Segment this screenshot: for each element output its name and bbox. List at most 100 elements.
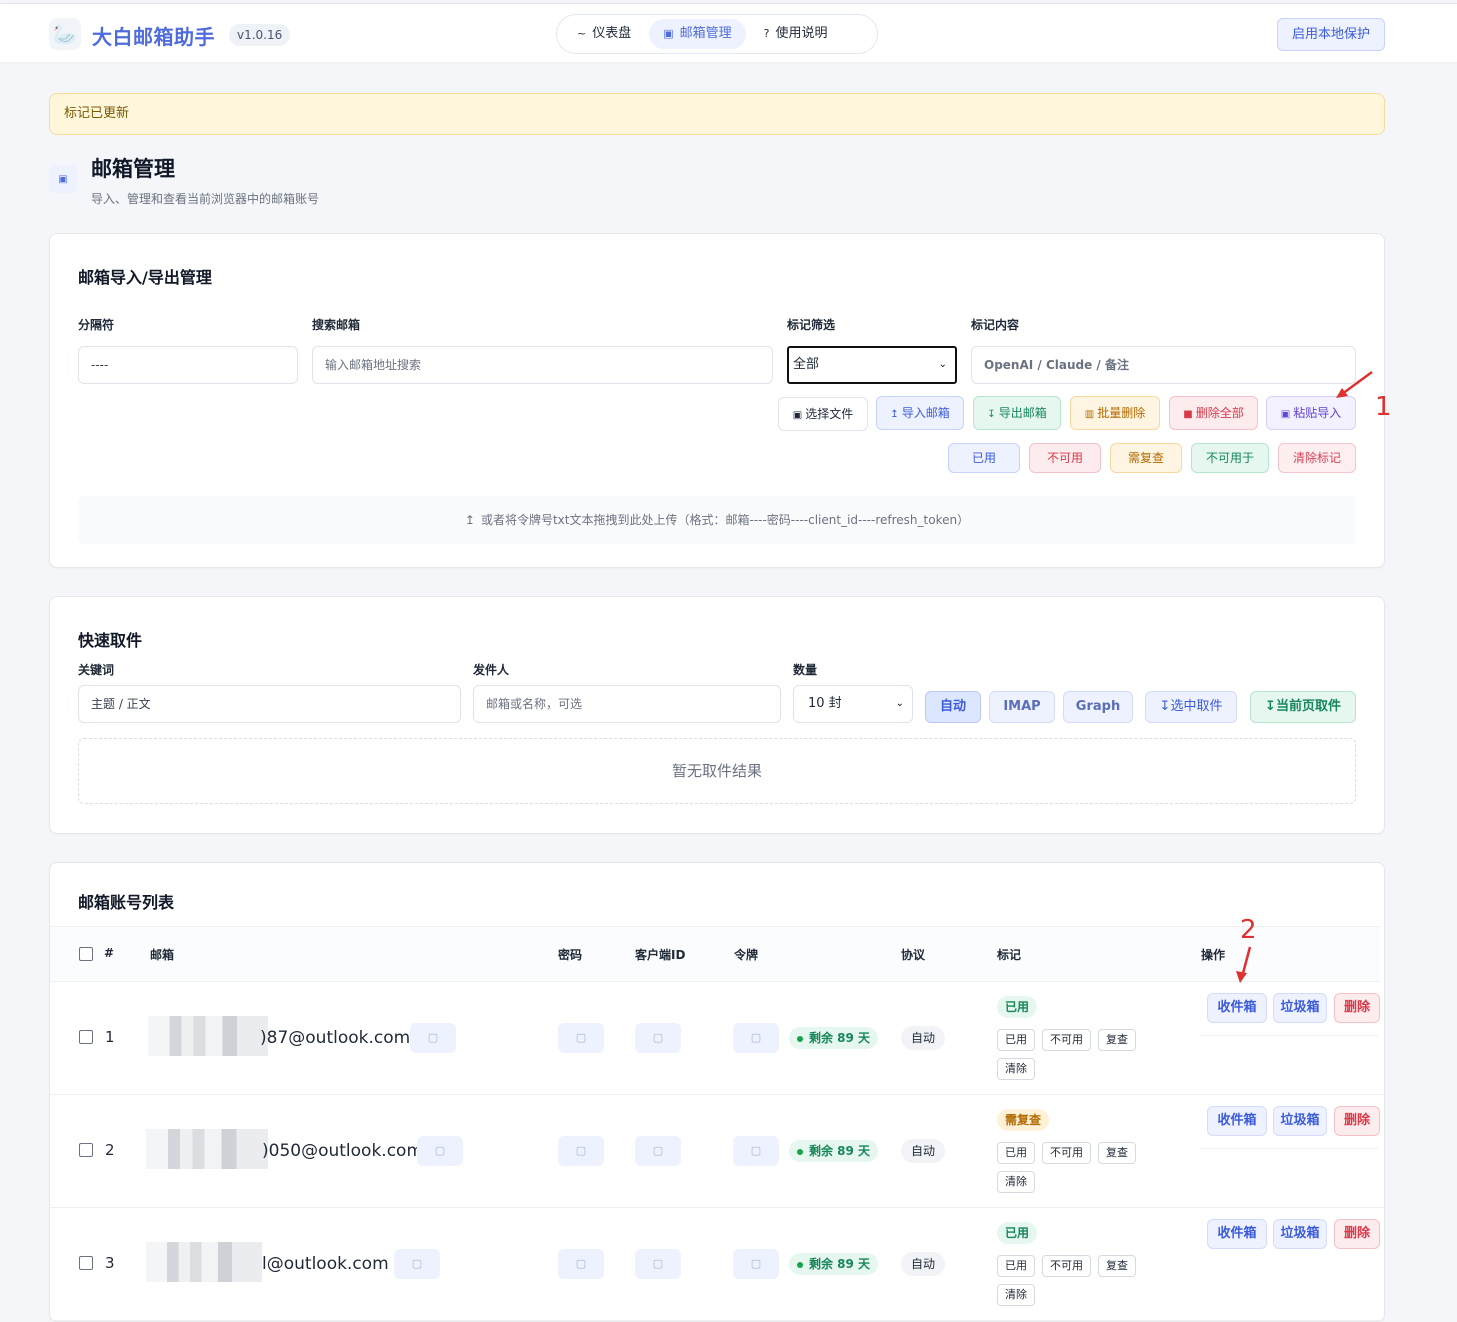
mark-content-label: 标记内容 (971, 318, 1020, 332)
delete-all-button[interactable]: ■ 删除全部 (1169, 396, 1258, 430)
paste-import-label: 粘贴导入 (1293, 406, 1342, 420)
junk-button[interactable]: 垃圾箱 (1273, 993, 1327, 1023)
import-email-button[interactable]: ↥ 导入邮箱 (876, 396, 964, 430)
row-checkbox[interactable] (79, 1143, 93, 1157)
count-label: 数量 (793, 663, 818, 677)
row-index: 1 (105, 1028, 115, 1046)
clear-mark-button[interactable]: 清除标记 (1278, 443, 1356, 473)
copy-token-button[interactable]: ▢ (733, 1023, 779, 1053)
mark-used-button[interactable]: 已用 (948, 443, 1020, 473)
junk-button[interactable]: 垃圾箱 (1273, 1106, 1327, 1136)
nav-mailbox-management[interactable]: ▣ 邮箱管理 (649, 19, 746, 49)
copy-client-id-button[interactable]: ▢ (635, 1023, 681, 1053)
mark-not-for-button[interactable]: 不可用于 (1191, 443, 1269, 473)
row-mark-recheck-button[interactable]: 复查 (1098, 1142, 1136, 1164)
copy-password-button[interactable]: ▢ (558, 1023, 604, 1053)
mark-unusable-button[interactable]: 不可用 (1029, 443, 1101, 473)
junk-button[interactable]: 垃圾箱 (1273, 1219, 1327, 1249)
mode-auto-button[interactable]: 自动 (925, 691, 981, 723)
chevron-down-icon: ⌄ (895, 698, 904, 709)
row-mark-unusable-button[interactable]: 不可用 (1042, 1029, 1091, 1051)
delete-button[interactable]: 删除 (1334, 1106, 1380, 1136)
copy-icon: ▢ (652, 1257, 664, 1270)
row-clear-mark-button[interactable]: 清除 (997, 1058, 1035, 1080)
row-mark-recheck-button[interactable]: 复查 (1098, 1029, 1136, 1051)
export-email-button[interactable]: ↧ 导出邮箱 (973, 396, 1061, 430)
mark-recheck-button[interactable]: 需复查 (1110, 443, 1182, 473)
nav-mailbox-label: 邮箱管理 (679, 26, 732, 41)
copy-icon: ▢ (652, 1144, 664, 1157)
nav-help[interactable]: ? 使用说明 (750, 19, 842, 49)
row-mark-unusable-button[interactable]: 不可用 (1042, 1142, 1091, 1164)
fetch-page-label: 当前页取件 (1275, 699, 1341, 714)
inbox-button[interactable]: 收件箱 (1207, 993, 1267, 1023)
barcode-icon: ▥ (1084, 409, 1095, 420)
app-title: 大白邮箱助手 (92, 25, 215, 49)
copy-email-button[interactable]: ▢ (417, 1136, 463, 1166)
row-mark-used-button[interactable]: 已用 (997, 1029, 1035, 1051)
enable-local-protection-button[interactable]: 启用本地保护 (1277, 18, 1385, 51)
mailbox-icon: ▣ (663, 27, 674, 40)
download-icon: ↧ (987, 409, 996, 420)
token-status-badge: 剩余 89 天 (789, 1027, 879, 1049)
token-status-badge: 剩余 89 天 (789, 1140, 879, 1162)
copy-token-button[interactable]: ▢ (733, 1136, 779, 1166)
mode-imap-button[interactable]: IMAP (989, 691, 1055, 723)
version-badge: v1.0.16 (229, 24, 291, 46)
mark-badge: 已用 (997, 996, 1038, 1018)
search-email-input[interactable]: 输入邮箱地址搜索 (312, 346, 773, 384)
accounts-title: 邮箱账号列表 (78, 893, 175, 912)
annotation-arrow-icon (1336, 370, 1373, 398)
fetch-current-page-button[interactable]: ↧当前页取件 (1250, 691, 1356, 723)
row-clear-mark-button[interactable]: 清除 (997, 1171, 1035, 1193)
inbox-button[interactable]: 收件箱 (1207, 1106, 1267, 1136)
row-mark-unusable-button[interactable]: 不可用 (1042, 1255, 1091, 1277)
mark-filter-select[interactable]: 全部 ⌄ (787, 346, 957, 384)
mailbox-icon: ▣ (49, 165, 77, 193)
dropzone-text: 或者将令牌号txt文本拖拽到此处上传（格式：邮箱----密码----client… (480, 513, 970, 527)
copy-token-button[interactable]: ▢ (733, 1249, 779, 1279)
copy-email-button[interactable]: ▢ (410, 1023, 456, 1053)
annotation-number-two: 2 (1240, 915, 1257, 945)
col-mark: 标记 (997, 948, 1022, 962)
sender-input[interactable]: 邮箱或名称，可选 (473, 685, 781, 723)
copy-email-button[interactable]: ▢ (394, 1249, 440, 1279)
fetch-results-empty: 暂无取件结果 (78, 738, 1356, 804)
divider (1200, 1035, 1378, 1036)
email-redaction (146, 1242, 262, 1282)
select-all-checkbox[interactable] (79, 947, 93, 961)
table-row: 3 l@outlook.com ▢ ▢ ▢ ▢ 剩余 89 天 自动 已用 已用… (50, 1208, 1384, 1321)
copy-client-id-button[interactable]: ▢ (635, 1249, 681, 1279)
batch-delete-button[interactable]: ▥ 批量删除 (1070, 396, 1160, 430)
copy-password-button[interactable]: ▢ (558, 1249, 604, 1279)
status-dot-icon (797, 1261, 803, 1268)
upload-icon: ↥ (890, 409, 899, 420)
mark-content-input[interactable]: OpenAI / Claude / 备注 (971, 346, 1356, 384)
delete-button[interactable]: 删除 (1334, 993, 1380, 1023)
nav-dashboard[interactable]: ~ 仪表盘 (563, 19, 645, 49)
delete-button[interactable]: 删除 (1334, 1219, 1380, 1249)
token-status-text: 剩余 89 天 (809, 1144, 871, 1158)
nav-help-label: 使用说明 (775, 26, 828, 41)
row-mark-used-button[interactable]: 已用 (997, 1142, 1035, 1164)
row-checkbox[interactable] (79, 1030, 93, 1044)
row-mark-recheck-button[interactable]: 复查 (1098, 1255, 1136, 1277)
choose-file-button[interactable]: ▣ 选择文件 (778, 397, 868, 431)
import-label: 导入邮箱 (901, 406, 950, 420)
copy-password-button[interactable]: ▢ (558, 1136, 604, 1166)
count-select[interactable]: 10 封 ⌄ (793, 685, 913, 723)
upload-icon: ↥ (464, 513, 475, 527)
separator-input[interactable]: ---- (78, 346, 298, 384)
row-clear-mark-button[interactable]: 清除 (997, 1284, 1035, 1306)
row-checkbox[interactable] (79, 1256, 93, 1270)
email-address: )050@outlook.com (262, 1141, 424, 1161)
inbox-button[interactable]: 收件箱 (1207, 1219, 1267, 1249)
keyword-input[interactable]: 主题 / 正文 (78, 685, 461, 723)
copy-client-id-button[interactable]: ▢ (635, 1136, 681, 1166)
question-icon: ? (763, 27, 770, 40)
row-mark-used-button[interactable]: 已用 (997, 1255, 1035, 1277)
mode-graph-button[interactable]: Graph (1063, 691, 1133, 723)
fetch-selected-button[interactable]: ↧选中取件 (1145, 691, 1237, 723)
file-dropzone[interactable]: ↥ 或者将令牌号txt文本拖拽到此处上传（格式：邮箱----密码----clien… (78, 496, 1356, 544)
email-address: l@outlook.com (262, 1254, 389, 1274)
